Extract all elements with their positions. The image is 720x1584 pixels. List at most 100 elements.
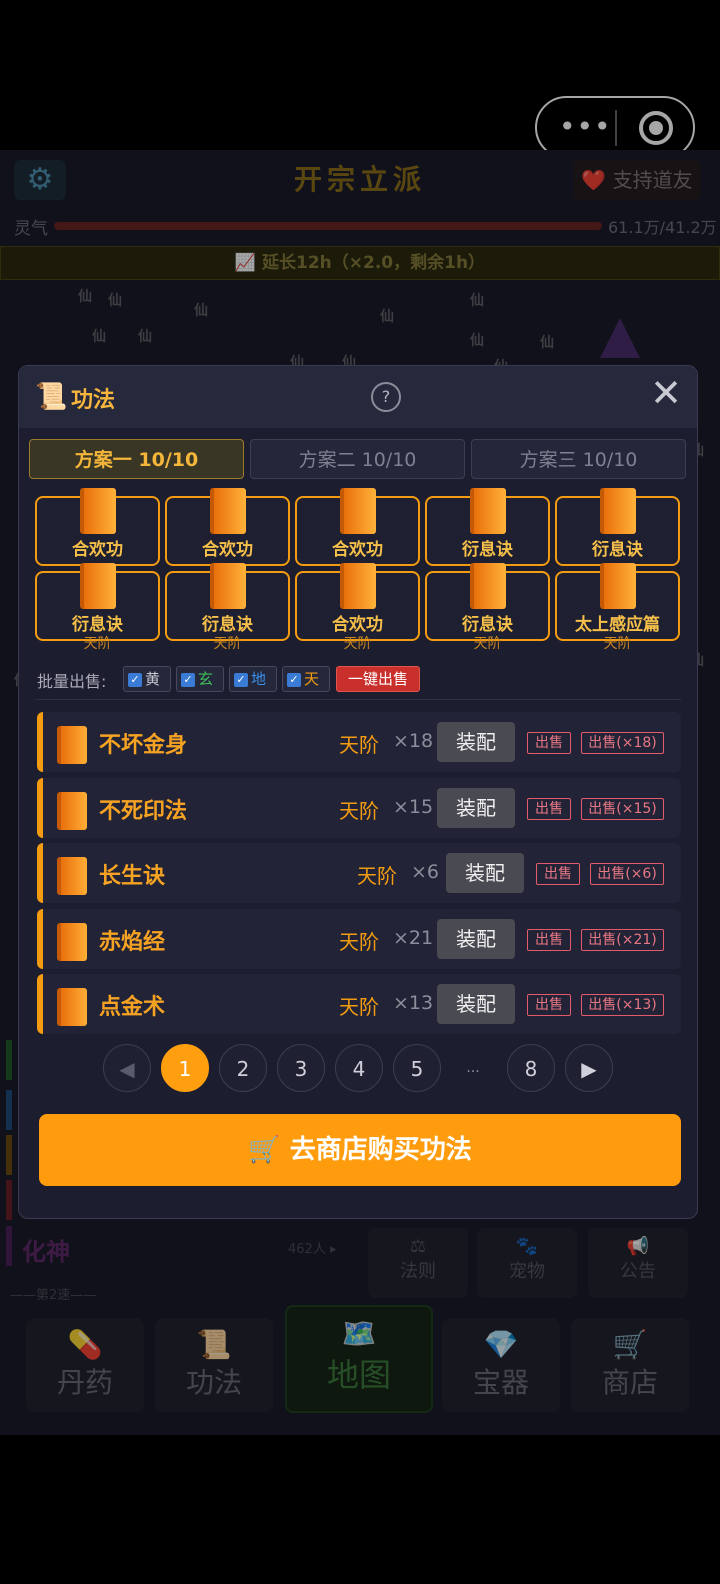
- slot-technique-name: 衍息诀: [462, 615, 513, 635]
- technique-grade: 天阶: [339, 930, 379, 954]
- sell-one-button[interactable]: 出售: [536, 863, 580, 885]
- book-icon: [600, 563, 636, 609]
- book-icon: [340, 563, 376, 609]
- technique-grade: 天阶: [357, 864, 397, 888]
- sell-all-button[interactable]: 一键出售: [336, 666, 420, 692]
- sell-one-button[interactable]: 出售: [527, 929, 571, 951]
- filter-label: 黄: [145, 670, 161, 688]
- technique-count: ×13: [393, 992, 434, 1014]
- filter-xuan-checkbox[interactable]: ✓ 玄: [176, 666, 224, 692]
- book-icon: [340, 488, 376, 534]
- row-accent-bar: [37, 974, 43, 1034]
- page-2-button[interactable]: 2: [219, 1044, 267, 1092]
- modal-title: 功法: [71, 388, 116, 413]
- slot-grade: 天阶: [473, 636, 502, 652]
- check-icon: ✓: [287, 673, 301, 687]
- tab-plan-3[interactable]: 方案三 10/10: [471, 439, 686, 479]
- filter-tian-checkbox[interactable]: ✓ 天: [282, 666, 330, 692]
- book-icon: [210, 563, 246, 609]
- technique-count: ×21: [393, 927, 434, 949]
- equip-button[interactable]: 装配: [437, 919, 515, 959]
- technique-slot[interactable]: 衍息诀: [555, 488, 680, 566]
- page-1-button[interactable]: 1: [161, 1044, 209, 1092]
- filter-label: 天: [304, 670, 320, 688]
- tab-plan-1[interactable]: 方案一 10/10: [29, 439, 244, 479]
- technique-slot[interactable]: 合欢功: [295, 488, 420, 566]
- slot-technique-name: 衍息诀: [202, 615, 253, 635]
- prev-page-button[interactable]: ◀: [103, 1044, 151, 1092]
- slot-technique-name: 合欢功: [202, 540, 253, 560]
- check-icon: ✓: [181, 673, 195, 687]
- technique-grade: 天阶: [339, 733, 379, 757]
- book-icon: [470, 563, 506, 609]
- modal-header: [19, 366, 697, 428]
- check-icon: ✓: [234, 673, 248, 687]
- slot-grade: 天阶: [83, 636, 112, 652]
- next-page-button[interactable]: ▶: [565, 1044, 613, 1092]
- technique-row: 不死印法 天阶 ×15 装配 出售 出售(×15): [37, 778, 681, 838]
- tab-plan-2[interactable]: 方案二 10/10: [250, 439, 465, 479]
- filter-label: 地: [251, 670, 267, 688]
- slot-technique-name: 衍息诀: [462, 540, 513, 560]
- go-to-shop-button[interactable]: 🛒 去商店购买功法: [39, 1114, 681, 1186]
- book-icon: [57, 726, 87, 764]
- slot-technique-name: 衍息诀: [72, 615, 123, 635]
- row-accent-bar: [37, 778, 43, 838]
- technique-count: ×15: [393, 796, 434, 818]
- close-icon[interactable]: ✕: [649, 374, 683, 412]
- sell-all-of-kind-button[interactable]: 出售(×18): [581, 732, 664, 754]
- equip-button[interactable]: 装配: [437, 984, 515, 1024]
- row-accent-bar: [37, 909, 43, 969]
- technique-slot[interactable]: 合欢功 天阶: [295, 563, 420, 652]
- sell-all-of-kind-button[interactable]: 出售(×21): [581, 929, 664, 951]
- pagination-ellipsis: ...: [466, 1060, 480, 1076]
- technique-row: 长生诀 天阶 ×6 装配 出售 出售(×6): [37, 843, 681, 903]
- filter-di-checkbox[interactable]: ✓ 地: [229, 666, 277, 692]
- equip-button[interactable]: 装配: [446, 853, 524, 893]
- page-4-button[interactable]: 4: [335, 1044, 383, 1092]
- slot-grade: 天阶: [213, 636, 242, 652]
- book-icon: [80, 488, 116, 534]
- equip-button[interactable]: 装配: [437, 722, 515, 762]
- book-icon: [210, 488, 246, 534]
- book-icon: [470, 488, 506, 534]
- technique-count: ×6: [411, 861, 440, 883]
- technique-row: 点金术 天阶 ×13 装配 出售 出售(×13): [37, 974, 681, 1034]
- slot-technique-name: 合欢功: [332, 540, 383, 560]
- filter-huang-checkbox[interactable]: ✓ 黄: [123, 666, 171, 692]
- sell-one-button[interactable]: 出售: [527, 732, 571, 754]
- technique-name: 不坏金身: [99, 733, 188, 758]
- sell-all-of-kind-button[interactable]: 出售(×6): [590, 863, 664, 885]
- sell-all-of-kind-button[interactable]: 出售(×13): [581, 994, 664, 1016]
- technique-slot[interactable]: 太上感应篇 天阶: [555, 563, 680, 652]
- technique-slot[interactable]: 衍息诀: [425, 488, 550, 566]
- check-icon: ✓: [128, 673, 142, 687]
- help-icon[interactable]: ?: [371, 382, 401, 412]
- page-5-button[interactable]: 5: [393, 1044, 441, 1092]
- slot-grade: 天阶: [343, 636, 372, 652]
- technique-slot[interactable]: 衍息诀 天阶: [165, 563, 290, 652]
- bulk-sell-label: 批量出售:: [37, 672, 107, 691]
- book-icon: [57, 857, 87, 895]
- technique-count: ×18: [393, 730, 434, 752]
- book-icon: [80, 563, 116, 609]
- row-accent-bar: [37, 712, 43, 772]
- techniques-modal: 📜 功法 ? ✕ 方案一 10/10 方案二 10/10 方案三 10/10 合…: [18, 365, 698, 1219]
- technique-slot[interactable]: 衍息诀 天阶: [35, 563, 160, 652]
- technique-name: 赤焰经: [99, 930, 166, 955]
- technique-name: 点金术: [99, 995, 166, 1020]
- sell-all-of-kind-button[interactable]: 出售(×15): [581, 798, 664, 820]
- book-icon: [57, 792, 87, 830]
- page-3-button[interactable]: 3: [277, 1044, 325, 1092]
- book-icon: [600, 488, 636, 534]
- technique-slot[interactable]: 合欢功: [35, 488, 160, 566]
- technique-slot[interactable]: 合欢功: [165, 488, 290, 566]
- slot-grade: 天阶: [603, 636, 632, 652]
- slot-technique-name: 衍息诀: [592, 540, 643, 560]
- technique-slot[interactable]: 衍息诀 天阶: [425, 563, 550, 652]
- equip-button[interactable]: 装配: [437, 788, 515, 828]
- sell-one-button[interactable]: 出售: [527, 994, 571, 1016]
- page-8-button[interactable]: 8: [507, 1044, 555, 1092]
- sell-one-button[interactable]: 出售: [527, 798, 571, 820]
- technique-grade: 天阶: [339, 799, 379, 823]
